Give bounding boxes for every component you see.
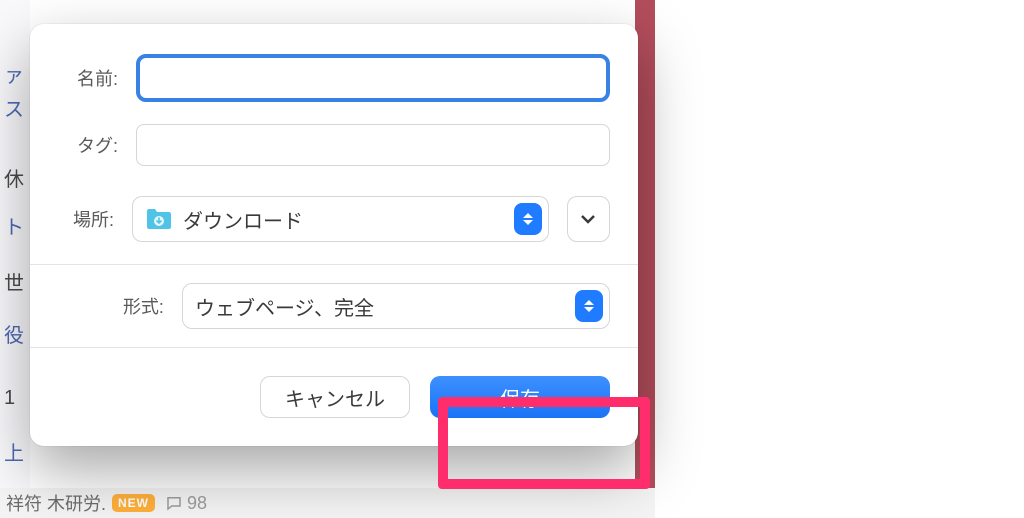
location-selected-text: ダウンロード [183, 205, 303, 234]
downloads-folder-icon [145, 208, 173, 230]
save-dialog: 名前: タグ: 場所: ダウンロード [30, 24, 638, 446]
expand-options-button[interactable] [567, 196, 610, 242]
bg-hint-1: ァ [4, 66, 24, 86]
bg-hint-4: ト [4, 218, 24, 238]
bg-hint-5: 世 [4, 274, 24, 294]
bg-hint-8: 上 [4, 444, 24, 464]
location-row: 場所: ダウンロード [58, 196, 610, 242]
new-badge: NEW [112, 494, 155, 512]
bg-hint-2: ス [4, 100, 24, 120]
format-label: 形式: [58, 293, 164, 319]
format-select[interactable]: ウェブページ、完全 [182, 283, 610, 329]
tags-label: タグ: [58, 132, 118, 158]
bg-bottom-text: 祥符 木研労. [6, 490, 106, 516]
updown-stepper-icon [514, 203, 542, 235]
divider-bottom [30, 347, 638, 348]
format-selected-text: ウェブページ、完全 [195, 292, 374, 321]
cancel-button[interactable]: キャンセル [260, 376, 410, 418]
filename-input[interactable] [136, 54, 610, 102]
divider-top [30, 264, 638, 265]
name-row: 名前: [58, 54, 610, 102]
bg-hint-3: 休 [4, 170, 24, 190]
name-label: 名前: [58, 65, 118, 91]
comment-count: 98 [165, 493, 207, 514]
where-label: 場所: [58, 206, 114, 232]
dialog-buttons: キャンセル 保存 [58, 360, 610, 446]
location-select[interactable]: ダウンロード [132, 196, 549, 242]
bg-hint-6: 役 [4, 326, 24, 346]
updown-stepper-icon [575, 290, 603, 322]
format-row: 形式: ウェブページ、完全 [58, 283, 610, 329]
bg-hint-7: 1 [4, 388, 15, 408]
bg-bottom-bar: 祥符 木研労. NEW 98 [0, 488, 655, 518]
tags-input[interactable] [136, 124, 610, 166]
chevron-down-icon [580, 214, 596, 224]
tags-row: タグ: [58, 124, 610, 166]
save-button[interactable]: 保存 [430, 376, 610, 418]
chat-bubble-icon [165, 494, 183, 512]
